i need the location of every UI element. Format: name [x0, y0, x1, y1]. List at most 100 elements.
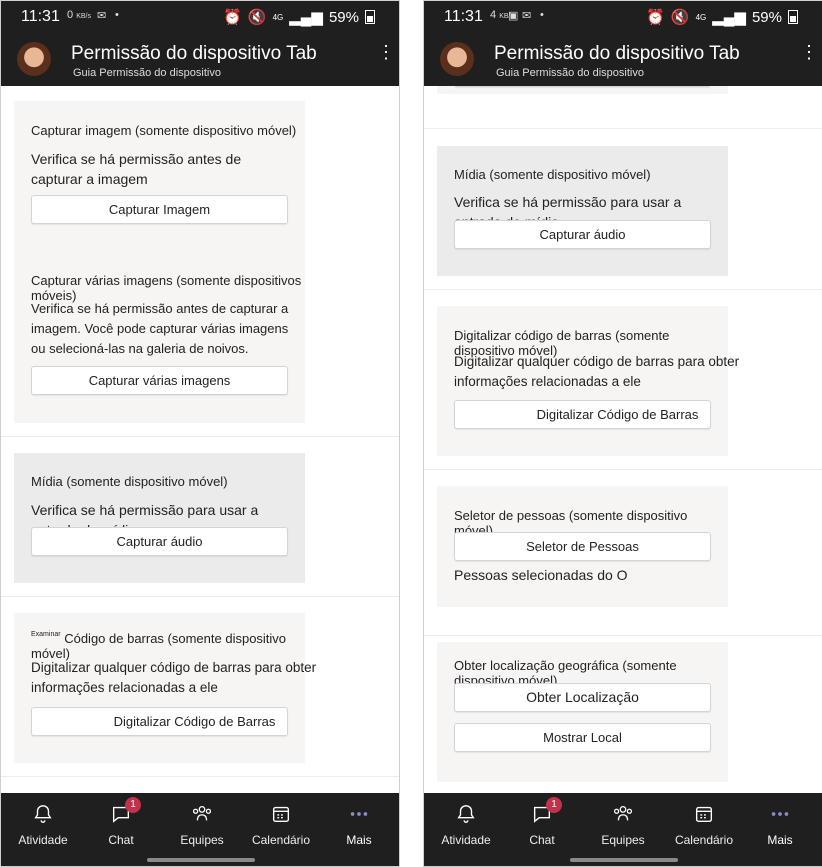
tab-label: Calendário	[674, 833, 734, 847]
tab-chat[interactable]: 1 Chat	[502, 797, 582, 847]
capture-image-button[interactable]: Capturar Imagem	[31, 195, 288, 224]
signal-icon: ▂▄▆	[712, 9, 746, 26]
bottom-tab-bar: Atividade 1 Chat Equipes Calendário Mais	[1, 793, 399, 866]
alarm-icon: ⏰	[646, 9, 665, 26]
notification-dot-icon: •	[115, 9, 119, 21]
people-picker-card: Seletor de pessoas (somente dispositivo …	[437, 486, 728, 607]
status-bar: 11:31 4 KB/s ▣ ✉ • ⏰ 🔇 4G ▂▄▆ 59%	[424, 1, 822, 33]
more-options-icon[interactable]: ⋮	[377, 43, 395, 69]
capture-audio-button[interactable]: Capturar áudio	[454, 220, 711, 249]
show-location-button[interactable]: Mostrar Local	[454, 723, 711, 752]
geolocation-card: Obter localização geográfica (somente di…	[437, 642, 728, 782]
more-icon	[319, 801, 399, 827]
battery-percent: 59%	[751, 8, 782, 26]
battery-icon	[365, 10, 375, 24]
outlook-icon: ✉	[97, 10, 107, 22]
tab-activity[interactable]: Atividade	[426, 801, 506, 847]
network-type: 4G	[272, 12, 284, 22]
status-icons: ⏰ 🔇 4G ▂▄▆ 59%	[223, 8, 375, 26]
barcode-card: Examinar Código de barras (somente dispo…	[14, 613, 316, 763]
section-divider	[1, 596, 399, 597]
more-options-icon[interactable]: ⋮	[800, 43, 818, 69]
home-indicator[interactable]	[147, 858, 255, 862]
scrolled-button-edge[interactable]	[454, 86, 711, 87]
tab-label: Equipes	[601, 833, 645, 847]
alarm-icon: ⏰	[223, 9, 242, 26]
chat-badge: 1	[125, 797, 141, 813]
barcode-desc: Digitalizar qualquer código de barras pa…	[454, 354, 740, 389]
page-subtitle: Guia Permissão do dispositivo	[73, 67, 221, 79]
capture-multi-button[interactable]: Capturar várias imagens	[31, 366, 288, 395]
app-header: Permissão do dispositivo Tab Guia Permis…	[424, 33, 822, 86]
avatar[interactable]	[17, 42, 51, 76]
bell-icon	[426, 801, 506, 827]
tab-label: Atividade	[18, 833, 68, 847]
tab-chat[interactable]: 1 Chat	[81, 797, 161, 847]
tab-activity[interactable]: Atividade	[3, 801, 83, 847]
battery-icon	[788, 10, 798, 24]
tab-calendar[interactable]: Calendário	[664, 801, 744, 847]
section-divider	[424, 128, 822, 129]
status-icons: ⏰ 🔇 4G ▂▄▆ 59%	[646, 8, 798, 26]
get-location-button[interactable]: Obter Localização	[454, 683, 711, 712]
capture-image-desc: Verifica se há permissão antes de captur…	[31, 151, 242, 187]
tab-teams[interactable]: Equipes	[162, 801, 242, 847]
tab-label: Equipes	[180, 833, 224, 847]
avatar[interactable]	[440, 42, 474, 76]
calendar-icon	[241, 801, 321, 827]
main-content: Mídia (somente dispositivo móvel) Verifi…	[424, 86, 822, 793]
app-header: Permissão do dispositivo Tab Guia Permis…	[1, 33, 399, 86]
outlook-icon: ✉	[522, 10, 532, 22]
section-divider	[424, 635, 822, 636]
bottom-tab-bar: Atividade 1 Chat Equipes Calendário Mais	[424, 793, 822, 866]
more-icon	[740, 801, 820, 827]
tab-more[interactable]: Mais	[319, 801, 399, 847]
tab-calendar[interactable]: Calendário	[241, 801, 321, 847]
barcode-card: Digitalizar código de barras (somente di…	[437, 306, 739, 456]
people-picker-button[interactable]: Seletor de Pessoas	[454, 532, 711, 561]
capture-audio-button[interactable]: Capturar áudio	[31, 527, 288, 556]
barcode-desc: Digitalizar qualquer código de barras pa…	[31, 660, 317, 695]
capture-multi-desc: Verifica se há permissão antes de captur…	[31, 301, 289, 356]
teams-icon	[583, 801, 663, 827]
tab-teams[interactable]: Equipes	[583, 801, 663, 847]
mute-icon: 🔇	[247, 9, 267, 26]
chat-icon: 1	[502, 797, 582, 827]
section-divider	[1, 436, 399, 437]
section-divider	[424, 289, 822, 290]
scan-barcode-button[interactable]: Digitalizar Código de Barras	[31, 707, 288, 736]
previous-card-edge	[437, 86, 728, 94]
phone-screen-right: 11:31 4 KB/s ▣ ✉ • ⏰ 🔇 4G ▂▄▆ 59% Permis…	[423, 0, 822, 867]
page-subtitle: Guia Permissão do dispositivo	[496, 67, 644, 79]
status-bar: 11:31 0 KB/s ✉ • ⏰ 🔇 4G ▂▄▆ 59%	[1, 1, 399, 33]
tab-label: Mais	[767, 833, 793, 847]
chat-badge: 1	[546, 797, 562, 813]
media-card: Mídia (somente dispositivo móvel) Verifi…	[14, 453, 305, 583]
page-title: Permissão do dispositivo Tab	[494, 43, 740, 64]
network-speed: 0 KB/s	[67, 9, 91, 21]
home-indicator[interactable]	[570, 858, 678, 862]
tab-label: Calendário	[251, 833, 311, 847]
notification-dot-icon: •	[540, 9, 544, 21]
section-divider	[1, 776, 399, 777]
teams-icon	[162, 801, 242, 827]
scan-barcode-button[interactable]: Digitalizar Código de Barras	[454, 400, 711, 429]
media-card: Mídia (somente dispositivo móvel) Verifi…	[437, 146, 728, 276]
barcode-prefix: Examinar	[31, 631, 61, 638]
tab-label: Mais	[346, 833, 372, 847]
status-time: 11:31	[444, 8, 483, 25]
bell-icon	[3, 801, 83, 827]
main-content: Capturar imagem (somente dispositivo móv…	[1, 86, 399, 793]
selected-people-text: Pessoas selecionadas do O	[454, 567, 628, 583]
tab-label: Chat	[108, 833, 134, 847]
tab-more[interactable]: Mais	[740, 801, 820, 847]
media-label: Mídia (somente dispositivo móvel)	[454, 167, 651, 182]
signal-icon: ▂▄▆	[289, 9, 323, 26]
capture-image-label: Capturar imagem (somente dispositivo móv…	[31, 123, 297, 138]
capture-card: Capturar imagem (somente dispositivo móv…	[14, 101, 305, 423]
tab-label: Atividade	[441, 833, 491, 847]
chat-icon: 1	[81, 797, 161, 827]
tab-label: Chat	[529, 833, 555, 847]
barcode-label: Examinar Código de barras (somente dispo…	[31, 631, 287, 661]
battery-percent: 59%	[328, 8, 359, 26]
